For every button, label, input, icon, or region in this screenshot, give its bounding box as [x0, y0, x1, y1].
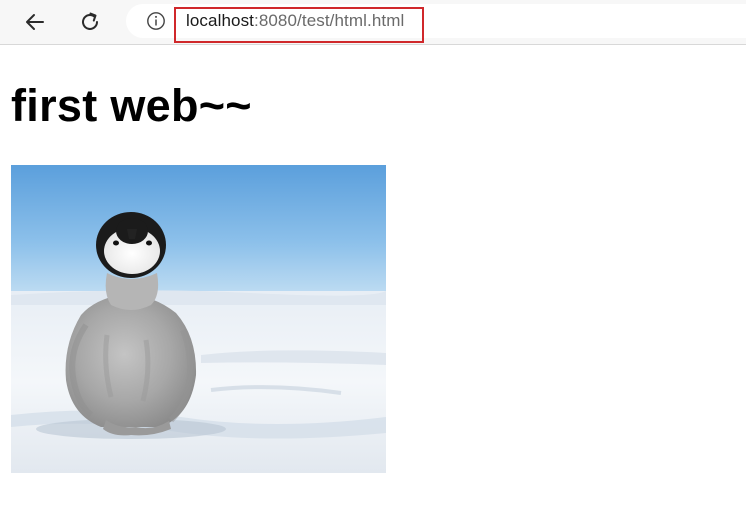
- penguin-image: [11, 165, 386, 473]
- arrow-left-icon: [26, 14, 44, 30]
- refresh-button[interactable]: [74, 6, 106, 38]
- refresh-icon: [82, 12, 98, 30]
- page-title: first web~~: [11, 80, 252, 131]
- back-button[interactable]: [19, 6, 51, 38]
- address-bar[interactable]: localhost:8080/test/html.html: [126, 4, 746, 43]
- info-icon[interactable]: [146, 11, 166, 31]
- url-path: :8080/test/html.html: [254, 11, 405, 30]
- url-text[interactable]: localhost:8080/test/html.html: [186, 11, 404, 31]
- browser-toolbar: localhost:8080/test/html.html: [0, 0, 746, 45]
- url-host: localhost: [186, 11, 254, 30]
